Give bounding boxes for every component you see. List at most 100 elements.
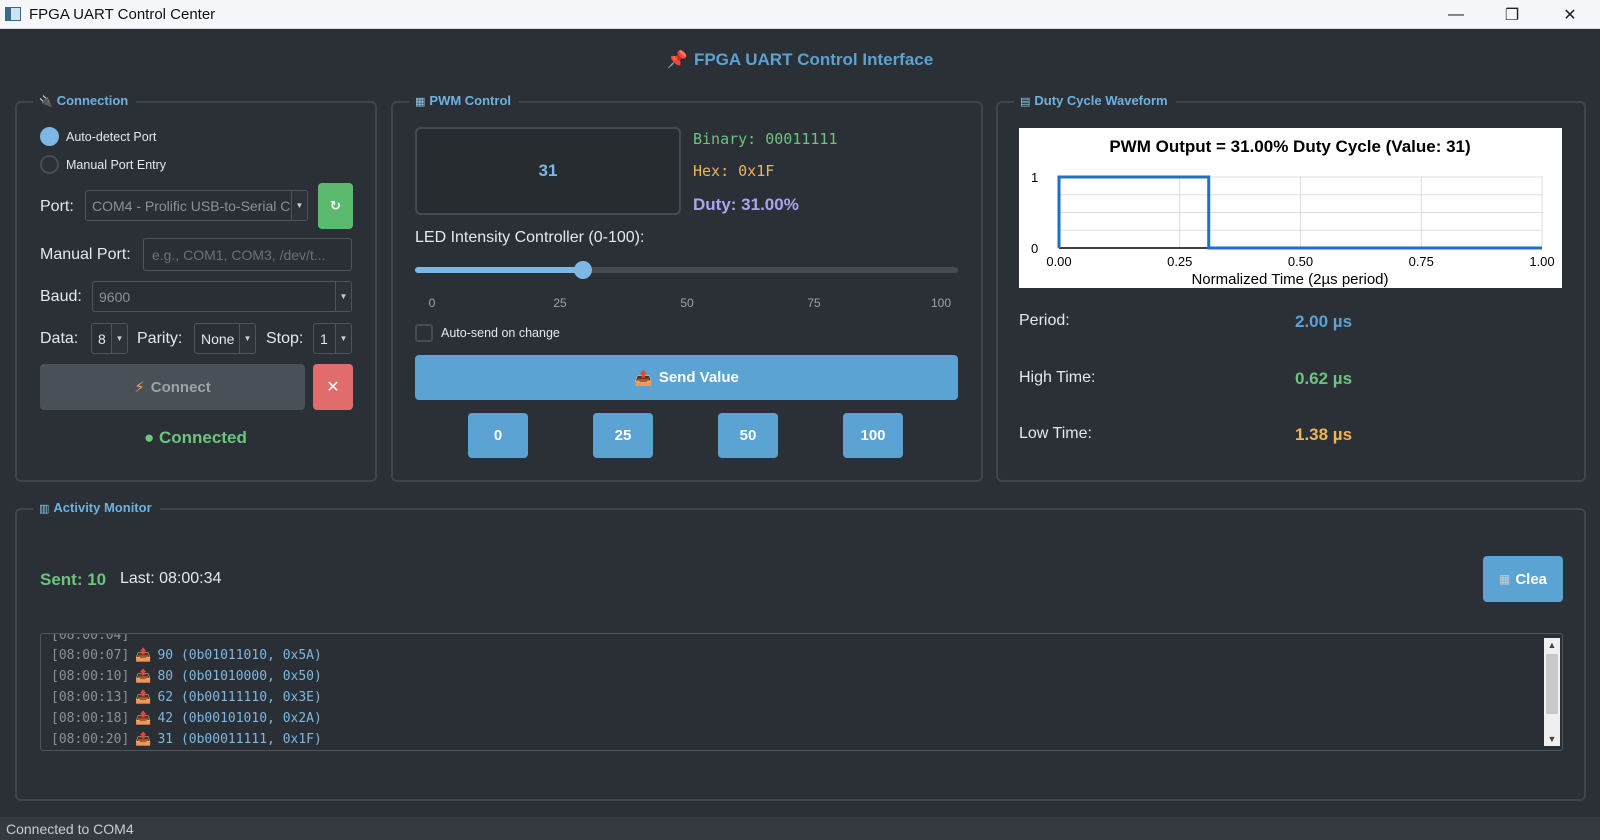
page-title: 📌 FPGA UART Control Interface (0, 50, 1600, 70)
outbox-icon: 📤 (135, 669, 152, 684)
slider-tick-50: 50 (680, 296, 694, 310)
app-icon (5, 7, 21, 21)
last-sent-time: Last: 08:00:34 (120, 570, 222, 587)
refresh-icon: ↻ (330, 198, 341, 213)
chevron-down-icon: ▼ (335, 282, 351, 311)
waveform-chart: PWM Output = 31.00% Duty Cycle (Value: 3… (1019, 128, 1562, 288)
chevron-down-icon: ▼ (335, 324, 351, 353)
stop-bits-select[interactable]: 1 ▼ (313, 323, 352, 354)
waveform-title-text: Duty Cycle Waveform (1034, 93, 1168, 108)
log-row-partial: [08:00:04] (51, 633, 130, 643)
slider-tick-0: 0 (428, 296, 436, 310)
log-row: [08:00:13] 📤 62 (0b00111110, 0x3E) (51, 690, 322, 705)
clear-log-label: Clea (1515, 570, 1548, 588)
pwm-control-title: ▦ PWM Control (409, 93, 519, 108)
slider-tick-75: 75 (807, 296, 821, 310)
auto-send-checkbox[interactable] (415, 324, 433, 342)
pwm-value-text: 31 (538, 161, 558, 180)
connect-button[interactable]: ⚡ Connect (40, 364, 305, 410)
close-icon: ✕ (1563, 6, 1577, 24)
stop-bits-value: 1 (320, 330, 328, 347)
log-scrollbar[interactable]: ▲ ▼ (1544, 638, 1560, 746)
refresh-ports-button[interactable]: ↻ (318, 183, 353, 229)
plug-icon: 🔌 (39, 96, 53, 108)
preset-50-button[interactable]: 50 (718, 413, 778, 458)
parity-select[interactable]: None ▼ (194, 323, 256, 354)
preset-25-label: 25 (614, 427, 632, 444)
outbox-icon: 📤 (135, 690, 152, 705)
parity-label: Parity: (137, 330, 183, 347)
pwm-control-title-text: PWM Control (429, 93, 511, 108)
status-bar-text: Connected to COM4 (6, 820, 134, 837)
preset-100-button[interactable]: 100 (843, 413, 903, 458)
send-value-label: Send Value (658, 369, 739, 386)
port-label: Port: (40, 198, 74, 215)
auto-send-label: Auto-send on change (441, 326, 560, 340)
chevron-down-icon: ▼ (111, 324, 127, 353)
scroll-thumb[interactable] (1546, 654, 1558, 714)
chart-y-tick-label: 1 (1031, 170, 1038, 185)
send-value-button[interactable]: 📤 Send Value (415, 355, 958, 400)
chevron-down-icon: ▼ (239, 324, 255, 353)
close-window-button[interactable]: ✕ (1542, 0, 1598, 29)
period-value: 2.00 µs (1295, 312, 1353, 331)
chart-x-tick-label: 0.25 (1167, 254, 1192, 269)
pwm-value-display: 31 (415, 127, 681, 215)
scroll-up-icon[interactable]: ▲ (1544, 638, 1560, 652)
log-row: [08:00:07] 📤 90 (0b01011010, 0x5A) (51, 648, 322, 663)
baud-select[interactable]: 9600 ▼ (92, 281, 352, 312)
connect-label: Connect (150, 378, 211, 396)
connection-title: 🔌 Connection (33, 93, 137, 108)
restore-button[interactable]: ❐ (1484, 0, 1540, 29)
stop-bits-label: Stop: (266, 330, 304, 347)
duty-readout: Duty: 31.00% (693, 195, 799, 214)
log-row: [08:00:18] 📤 42 (0b00101010, 0x2A) (51, 711, 322, 726)
chart-grid (1058, 176, 1543, 249)
page-title-text: FPGA UART Control Interface (693, 50, 934, 69)
monitor-icon: ▥ (39, 503, 50, 515)
chart-title: PWM Output = 31.00% Duty Cycle (Value: 3… (1109, 137, 1470, 156)
slider-tick-100: 100 (930, 296, 952, 310)
outbox-icon: 📤 (634, 369, 653, 387)
manual-port-placeholder: e.g., COM1, COM3, /dev/t... (152, 246, 326, 263)
low-time-label: Low Time: (1019, 425, 1092, 442)
connection-status: ● Connected (144, 428, 247, 447)
chevron-down-icon: ▼ (291, 191, 307, 220)
chart-x-tick-label: 0.50 (1288, 254, 1313, 269)
preset-50-label: 50 (739, 427, 757, 444)
activity-log[interactable]: [08:00:04] [08:00:07] 📤 90 (0b01011010, 0x… (40, 633, 1563, 751)
high-time-value: 0.62 µs (1295, 369, 1353, 388)
baud-label: Baud: (40, 288, 82, 305)
minimize-icon: — (1448, 5, 1464, 23)
preset-100-label: 100 (860, 427, 886, 444)
waveform-svg: PWM Output = 31.00% Duty Cycle (Value: 3… (1031, 137, 1555, 288)
preset-0-button[interactable]: 0 (468, 413, 528, 458)
minimize-button[interactable]: — (1428, 0, 1484, 29)
preset-25-button[interactable]: 25 (593, 413, 653, 458)
data-bits-label: Data: (40, 330, 79, 347)
waveform-title: ▤ Duty Cycle Waveform (1014, 93, 1176, 108)
auto-detect-radio[interactable] (40, 127, 59, 146)
manual-port-input[interactable]: e.g., COM1, COM3, /dev/t... (143, 238, 352, 271)
close-icon: ✕ (326, 379, 340, 396)
preset-0-label: 0 (493, 427, 503, 444)
hex-readout: Hex: 0x1F (693, 162, 775, 180)
status-bar: Connected to COM4 (0, 817, 1600, 840)
clear-log-button[interactable]: ▦ Clea (1483, 556, 1563, 602)
baud-select-value: 9600 (99, 288, 131, 305)
scroll-down-icon[interactable]: ▼ (1544, 732, 1560, 746)
calculator-icon: ▦ (415, 96, 426, 108)
chart-icon: ▤ (1020, 96, 1031, 108)
port-select[interactable]: COM4 - Prolific USB-to-Serial C ▼ (85, 190, 308, 221)
auto-detect-label: Auto-detect Port (66, 130, 157, 144)
manual-port-label: Manual Port: (40, 246, 131, 263)
period-label: Period: (1019, 312, 1070, 329)
chart-ticks: 0.00 0.25 0.50 0.75 1.00 0 1 (1031, 170, 1555, 269)
activity-monitor-title-text: Activity Monitor (53, 500, 152, 515)
manual-entry-radio[interactable] (40, 155, 59, 174)
trash-icon: ▦ (1498, 572, 1511, 586)
activity-monitor-title: ▥ Activity Monitor (33, 500, 160, 515)
disconnect-button[interactable]: ✕ (313, 364, 353, 410)
data-bits-select[interactable]: 8 ▼ (91, 323, 128, 354)
intensity-slider[interactable] (415, 261, 958, 279)
